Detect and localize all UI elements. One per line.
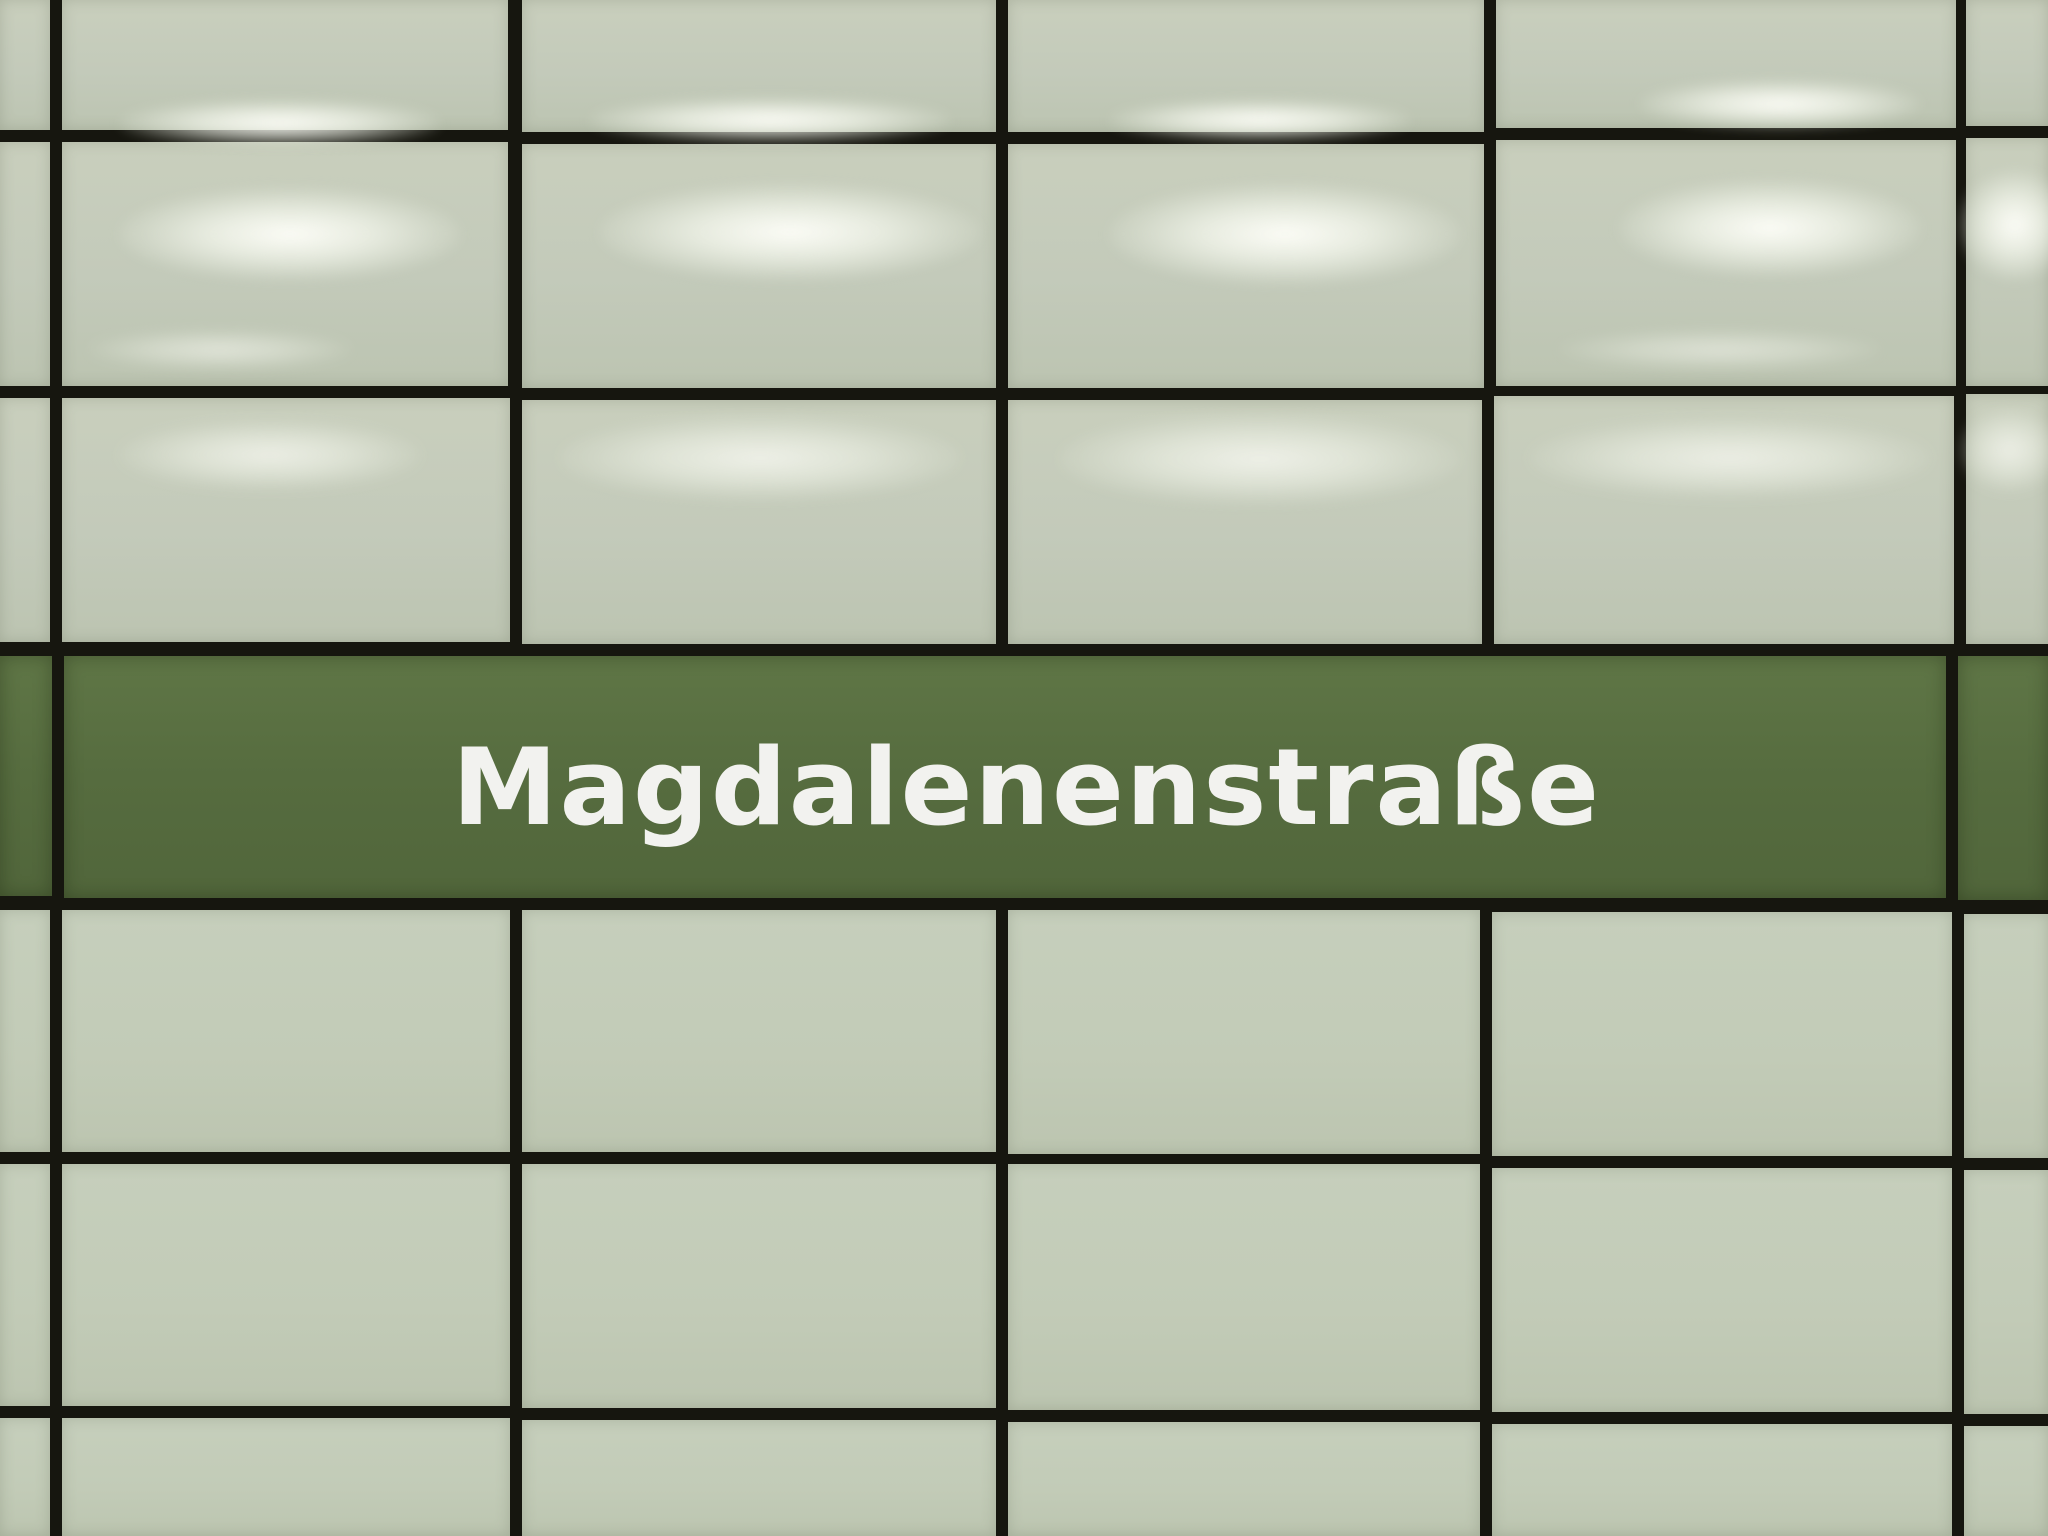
- wall-tile: [1008, 400, 1482, 644]
- wall-tile: [1966, 0, 2048, 126]
- wall-tile: [1008, 1422, 1480, 1536]
- wall-tile: [0, 1418, 50, 1536]
- wall-tile: [62, 1418, 510, 1536]
- wall-tile: [522, 0, 996, 132]
- wall-tile: [522, 1164, 996, 1408]
- wall-tile: [1964, 1426, 2048, 1536]
- wall-tile: [1496, 0, 1956, 128]
- wall-tile: [522, 910, 996, 1152]
- wall-tile: [62, 1164, 510, 1406]
- wall-tile: [0, 910, 50, 1152]
- wall-tile: [62, 398, 510, 642]
- green-band-left: [0, 656, 52, 896]
- wall-tile: [1492, 1168, 1952, 1412]
- wall-tile: [1008, 910, 1480, 1154]
- wall-tile: [522, 400, 996, 644]
- wall-tile: [62, 0, 508, 130]
- station-name: Magdalenenstraße: [452, 726, 1602, 849]
- wall-tile: [1496, 140, 1956, 386]
- wall-tile: [1492, 912, 1952, 1156]
- wall-tile: [1008, 0, 1484, 132]
- wall-tile: [1494, 396, 1954, 644]
- wall-tile: [1964, 914, 2048, 1158]
- wall-tile: [0, 142, 50, 386]
- green-band-right: [1958, 656, 2048, 900]
- wall-tile: [62, 142, 508, 386]
- wall-tile: [1964, 1170, 2048, 1414]
- wall-tile: [522, 1420, 996, 1536]
- wall-tile: [0, 0, 50, 130]
- wall-tile: [1966, 394, 2048, 644]
- wall-tile: [0, 1164, 50, 1406]
- wall-tile: [1008, 1164, 1480, 1410]
- wall-tile: [1492, 1424, 1952, 1536]
- wall-tile: [0, 398, 50, 642]
- wall-tile: [1008, 144, 1484, 388]
- wall-tile: [62, 910, 510, 1152]
- tiled-station-wall: Magdalenenstraße: [0, 0, 2048, 1536]
- wall-tile: [1966, 138, 2048, 386]
- wall-tile: [522, 144, 996, 388]
